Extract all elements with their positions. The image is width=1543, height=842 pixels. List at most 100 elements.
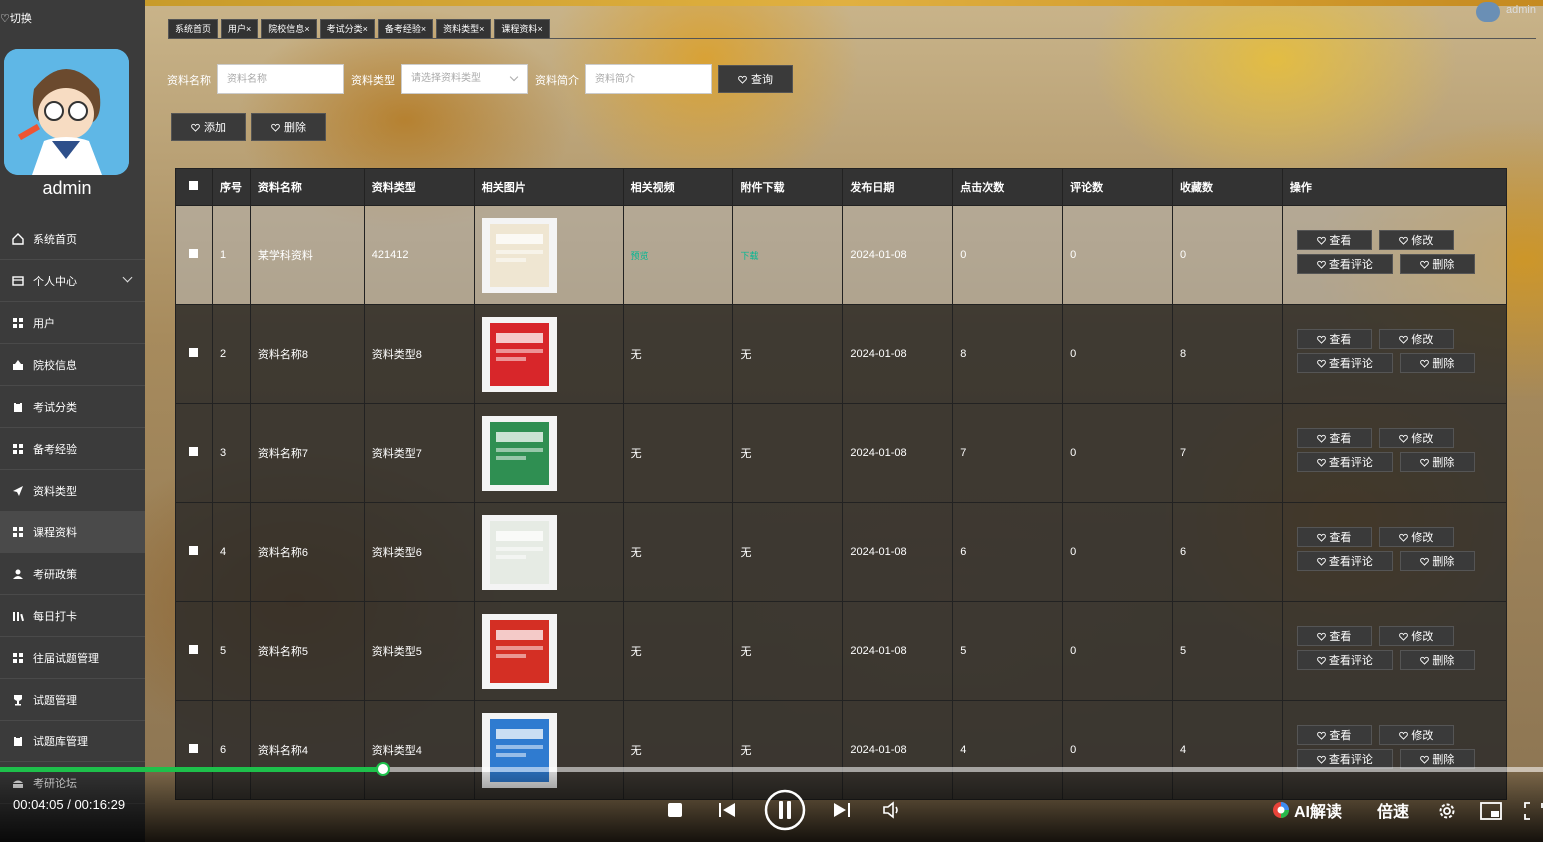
close-icon[interactable]: × [363,24,368,34]
edit-button[interactable]: 修改 [1378,428,1454,448]
tab-1[interactable]: 系统首页 [168,19,219,39]
close-icon[interactable]: × [421,24,426,34]
tab-7[interactable]: 课程资料× [494,19,550,39]
ai-interpret-button[interactable]: AI解读 [1272,798,1342,822]
edit-button[interactable]: 修改 [1378,329,1454,349]
fullscreen-button[interactable] [1524,800,1543,822]
search-name-input[interactable] [217,64,344,94]
view-comments-label: 查看评论 [1328,556,1373,568]
add-button-label: 添加 [204,122,226,134]
header-username[interactable]: admin [1506,4,1536,16]
column-header: 发布日期 [842,168,954,206]
view-button-label: 查看 [1329,235,1352,247]
tab-6[interactable]: 资料类型× [436,19,492,39]
pause-button[interactable] [764,789,806,831]
sidebar-item-3[interactable]: 用户 [0,302,145,344]
query-button[interactable]: 查询 [718,65,793,93]
close-icon[interactable]: × [537,24,542,34]
book-cover-image[interactable] [481,415,557,491]
sidebar-item-10[interactable]: 每日打卡 [0,595,145,637]
search-intro-input[interactable] [585,64,712,94]
clipboard-icon [12,401,24,413]
edit-button[interactable]: 修改 [1378,527,1454,547]
select-all-checkbox[interactable] [175,168,213,206]
cell-type: 资料类型8 [363,304,475,404]
add-button[interactable]: 添加 [171,113,246,141]
view-comments-button[interactable]: 查看评论 [1296,551,1393,571]
sidebar-item-9[interactable]: 考研政策 [0,553,145,595]
tab-3[interactable]: 院校信息× [261,19,317,39]
delete-button[interactable]: 删除 [1399,353,1475,373]
view-comments-button[interactable]: 查看评论 [1296,749,1393,769]
book-cover-image[interactable] [481,217,557,293]
view-comments-button[interactable]: 查看评论 [1296,452,1393,472]
delete-button[interactable]: 删除 [1399,452,1475,472]
sidebar-item-11[interactable]: 往届试题管理 [0,637,145,679]
delete-button[interactable]: 删除 [1399,650,1475,670]
view-button[interactable]: 查看 [1296,527,1372,547]
book-cover-image[interactable] [481,514,557,590]
view-comments-button[interactable]: 查看评论 [1296,254,1393,274]
cell-video: 无 [622,304,734,404]
view-button[interactable]: 查看 [1296,428,1372,448]
view-button[interactable]: 查看 [1296,626,1372,646]
video-preview-link[interactable]: 预览 [631,251,649,261]
sidebar-item-6[interactable]: 备考经验 [0,428,145,470]
cell-no: 4 [211,502,251,602]
tab-2[interactable]: 用户× [221,19,259,39]
volume-button[interactable] [882,800,902,820]
row-checkbox[interactable] [175,403,213,503]
delete-button-label: 删除 [1432,655,1455,667]
row-checkbox[interactable] [175,502,213,602]
sidebar-item-12[interactable]: 试题管理 [0,679,145,721]
header-avatar[interactable] [1476,2,1500,22]
sidebar-toggle[interactable]: ♡切换 [0,10,32,26]
sidebar-item-8[interactable]: 课程资料 [0,511,145,553]
row-checkbox[interactable] [175,205,213,305]
sidebar-item-2[interactable]: 个人中心 [0,260,145,302]
view-comments-button[interactable]: 查看评论 [1296,650,1393,670]
search-type-select[interactable]: 请选择资料类型 [401,64,528,94]
book-cover-image[interactable] [481,316,557,392]
cell-attachment: 无 [732,304,844,404]
sidebar-item-13[interactable]: 试题库管理 [0,720,145,762]
settings-button[interactable] [1436,800,1458,822]
next-button[interactable] [832,800,852,820]
cell-type: 资料类型5 [363,601,475,701]
delete-button[interactable]: 删除 [1399,749,1475,769]
delete-button-label: 删除 [1432,556,1455,568]
cell-attachment: 无 [732,403,844,503]
sidebar-item-4[interactable]: 院校信息 [0,344,145,386]
picture-in-picture-button[interactable] [1480,800,1502,822]
bulk-delete-button[interactable]: 删除 [251,113,326,141]
row-checkbox[interactable] [175,304,213,404]
sidebar-item-1[interactable]: 系统首页 [0,218,145,260]
avatar[interactable] [4,49,129,175]
sidebar-item-5[interactable]: 考试分类 [0,386,145,428]
column-header: 评论数 [1062,168,1174,206]
view-comments-button[interactable]: 查看评论 [1296,353,1393,373]
view-button[interactable]: 查看 [1296,230,1372,250]
close-icon[interactable]: × [304,24,309,34]
view-button[interactable]: 查看 [1296,329,1372,349]
edit-button[interactable]: 修改 [1378,725,1454,745]
previous-button[interactable] [717,800,737,820]
tab-4[interactable]: 考试分类× [319,19,375,39]
column-header: 资料类型 [363,168,475,206]
cell-name: 资料名称8 [249,304,365,404]
sidebar-item-7[interactable]: 资料类型 [0,470,145,512]
book-cover-image[interactable] [481,613,557,689]
tab-5[interactable]: 备考经验× [377,19,434,39]
playback-speed-button[interactable]: 倍速 [1377,798,1409,822]
video-progress-handle[interactable] [375,762,390,776]
stop-button[interactable] [666,801,684,819]
edit-button[interactable]: 修改 [1378,230,1454,250]
close-icon[interactable]: × [479,24,484,34]
edit-button[interactable]: 修改 [1378,626,1454,646]
close-icon[interactable]: × [246,24,251,34]
view-button[interactable]: 查看 [1296,725,1372,745]
delete-button[interactable]: 删除 [1399,551,1475,571]
row-checkbox[interactable] [175,601,213,701]
attachment-download-link[interactable]: 下载 [740,251,758,261]
delete-button[interactable]: 删除 [1399,254,1475,274]
